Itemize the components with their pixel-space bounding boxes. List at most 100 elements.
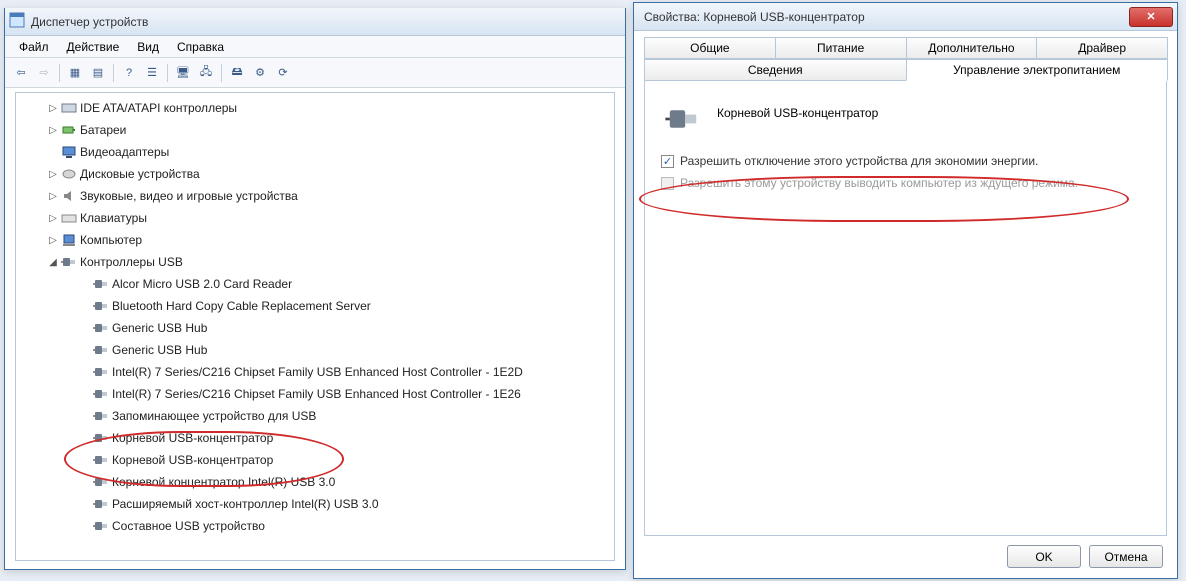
tb-update-icon[interactable]: ⚙ — [250, 63, 270, 83]
tree-node[interactable]: Bluetooth Hard Copy Cable Replacement Se… — [20, 295, 614, 317]
sound-icon — [60, 188, 78, 204]
usb-icon — [92, 430, 110, 446]
usb-icon — [60, 254, 78, 270]
tree-node[interactable]: Запоминающее устройство для USB — [20, 405, 614, 427]
expander-icon[interactable]: ▷ — [46, 213, 60, 224]
tree-node[interactable]: Видеоадаптеры — [20, 141, 614, 163]
tb-scan-icon[interactable]: 🖥 — [173, 63, 193, 83]
dialog-buttons: OK Отмена — [1007, 545, 1163, 568]
tab-драйвер[interactable]: Драйвер — [1036, 37, 1168, 59]
tree-node-label: Компьютер — [80, 233, 142, 247]
tree-node[interactable]: Составное USB устройство — [20, 515, 614, 537]
tab-питание[interactable]: Питание — [775, 37, 907, 59]
usb-icon — [92, 496, 110, 512]
tree-node-label: Клавиатуры — [80, 211, 147, 225]
tb-grid2-icon[interactable]: ▤ — [88, 63, 108, 83]
prop-titlebar[interactable]: Свойства: Корневой USB-концентратор ✕ — [634, 3, 1177, 31]
expander-icon[interactable]: ▷ — [46, 235, 60, 246]
checkbox-allow-poweroff[interactable] — [661, 155, 674, 168]
tb-fwd-icon[interactable]: ⇨ — [34, 63, 54, 83]
usb-icon — [92, 386, 110, 402]
tree-node-label: Составное USB устройство — [112, 519, 265, 533]
keyboard-icon — [60, 210, 78, 226]
tree-node[interactable]: ▷ Компьютер — [20, 229, 614, 251]
usb-icon — [92, 452, 110, 468]
tree-node[interactable]: ◢Контроллеры USB — [20, 251, 614, 273]
expander-icon[interactable]: ▷ — [46, 125, 60, 136]
tb-back-icon[interactable]: ⇦ — [11, 63, 31, 83]
computer-icon — [60, 232, 78, 248]
tree-node-label: Alcor Micro USB 2.0 Card Reader — [112, 277, 292, 291]
checkbox-allow-poweroff-row[interactable]: Разрешить отключение этого устройства дл… — [661, 153, 1150, 169]
checkbox-allow-wake — [661, 177, 674, 190]
expander-icon[interactable]: ▷ — [46, 191, 60, 202]
ok-button[interactable]: OK — [1007, 545, 1081, 568]
tb-refresh-icon[interactable]: 🖧 — [196, 63, 216, 83]
expander-icon[interactable]: ▷ — [46, 103, 60, 114]
tree-node[interactable]: Корневой USB-концентратор — [20, 449, 614, 471]
tree-node-label: Дисковые устройства — [80, 167, 200, 181]
tb-uninstall-icon[interactable]: 🖴 — [227, 63, 247, 83]
properties-dialog: Свойства: Корневой USB-концентратор ✕ Об… — [633, 2, 1178, 579]
expander-icon[interactable]: ◢ — [46, 257, 60, 268]
tree-node-label: Generic USB Hub — [112, 343, 207, 357]
tree-node-label: Видеоадаптеры — [80, 145, 169, 159]
tree-node[interactable]: Корневой концентратор Intel(R) USB 3.0 — [20, 471, 614, 493]
tab-общие[interactable]: Общие — [644, 37, 776, 59]
menu-file[interactable]: Файл — [11, 38, 57, 56]
tree-node[interactable]: ▷ Дисковые устройства — [20, 163, 614, 185]
device-manager-window: Диспетчер устройств Файл Действие Вид Сп… — [4, 8, 626, 570]
tree-node-label: IDE ATA/ATAPI контроллеры — [80, 101, 237, 115]
device-name-label: Корневой USB-концентратор — [717, 106, 878, 120]
tree-node-label: Корневой USB-концентратор — [112, 453, 273, 467]
tree-node-label: Звуковые, видео и игровые устройства — [80, 189, 298, 203]
dm-title: Диспетчер устройств — [31, 15, 621, 29]
tab-дополнительно[interactable]: Дополнительно — [906, 37, 1038, 59]
tree-node-label: Bluetooth Hard Copy Cable Replacement Se… — [112, 299, 371, 313]
tb-grid1-icon[interactable]: ▦ — [65, 63, 85, 83]
tree-node[interactable]: Generic USB Hub — [20, 339, 614, 361]
usb-icon — [92, 298, 110, 314]
tree-node[interactable]: Generic USB Hub — [20, 317, 614, 339]
tree-node-label: Батареи — [80, 123, 126, 137]
tab-strip: ОбщиеПитаниеДополнительноДрайвер Сведени… — [644, 37, 1167, 81]
usb-icon — [92, 276, 110, 292]
tab-body: Корневой USB-концентратор Разрешить откл… — [644, 81, 1167, 536]
menu-view[interactable]: Вид — [129, 38, 167, 56]
usb-icon — [92, 320, 110, 336]
disk-icon — [60, 166, 78, 182]
tree-node[interactable]: ▷ IDE ATA/ATAPI контроллеры — [20, 97, 614, 119]
tree-node[interactable]: Alcor Micro USB 2.0 Card Reader — [20, 273, 614, 295]
device-icon — [661, 97, 703, 129]
tree-node[interactable]: ▷ Звуковые, видео и игровые устройства — [20, 185, 614, 207]
tree-node-label: Generic USB Hub — [112, 321, 207, 335]
tree-node[interactable]: Intel(R) 7 Series/C216 Chipset Family US… — [20, 361, 614, 383]
usb-icon — [92, 408, 110, 424]
menu-action[interactable]: Действие — [59, 38, 128, 56]
usb-icon — [92, 518, 110, 534]
controller-icon — [60, 100, 78, 116]
tree-node-label: Intel(R) 7 Series/C216 Chipset Family US… — [112, 387, 521, 401]
tb-disable-icon[interactable]: ⟳ — [273, 63, 293, 83]
tree-node[interactable]: Корневой USB-концентратор — [20, 427, 614, 449]
cancel-button[interactable]: Отмена — [1089, 545, 1163, 568]
menu-help[interactable]: Справка — [169, 38, 232, 56]
tb-help-icon[interactable]: ? — [119, 63, 139, 83]
window-icon — [9, 12, 25, 31]
tree-node-label: Расширяемый хост-контроллер Intel(R) USB… — [112, 497, 379, 511]
close-button[interactable]: ✕ — [1129, 7, 1173, 27]
tree-node[interactable]: Расширяемый хост-контроллер Intel(R) USB… — [20, 493, 614, 515]
tab-сведения[interactable]: Сведения — [644, 59, 907, 81]
expander-icon[interactable]: ▷ — [46, 169, 60, 180]
tree-node[interactable]: Intel(R) 7 Series/C216 Chipset Family US… — [20, 383, 614, 405]
display-icon — [60, 144, 78, 160]
tree-node[interactable]: ▷ Батареи — [20, 119, 614, 141]
tree-node[interactable]: ▷ Клавиатуры — [20, 207, 614, 229]
tree-node-label: Intel(R) 7 Series/C216 Chipset Family US… — [112, 365, 523, 379]
dm-titlebar[interactable]: Диспетчер устройств — [5, 8, 625, 36]
device-tree[interactable]: ▷ IDE ATA/ATAPI контроллеры ▷ Батареи Видеоа… — [15, 92, 615, 561]
close-icon: ✕ — [1146, 10, 1155, 23]
tab-управление-электропитанием[interactable]: Управление электропитанием — [906, 59, 1169, 81]
usb-icon — [92, 364, 110, 380]
tb-prop-icon[interactable]: ☰ — [142, 63, 162, 83]
